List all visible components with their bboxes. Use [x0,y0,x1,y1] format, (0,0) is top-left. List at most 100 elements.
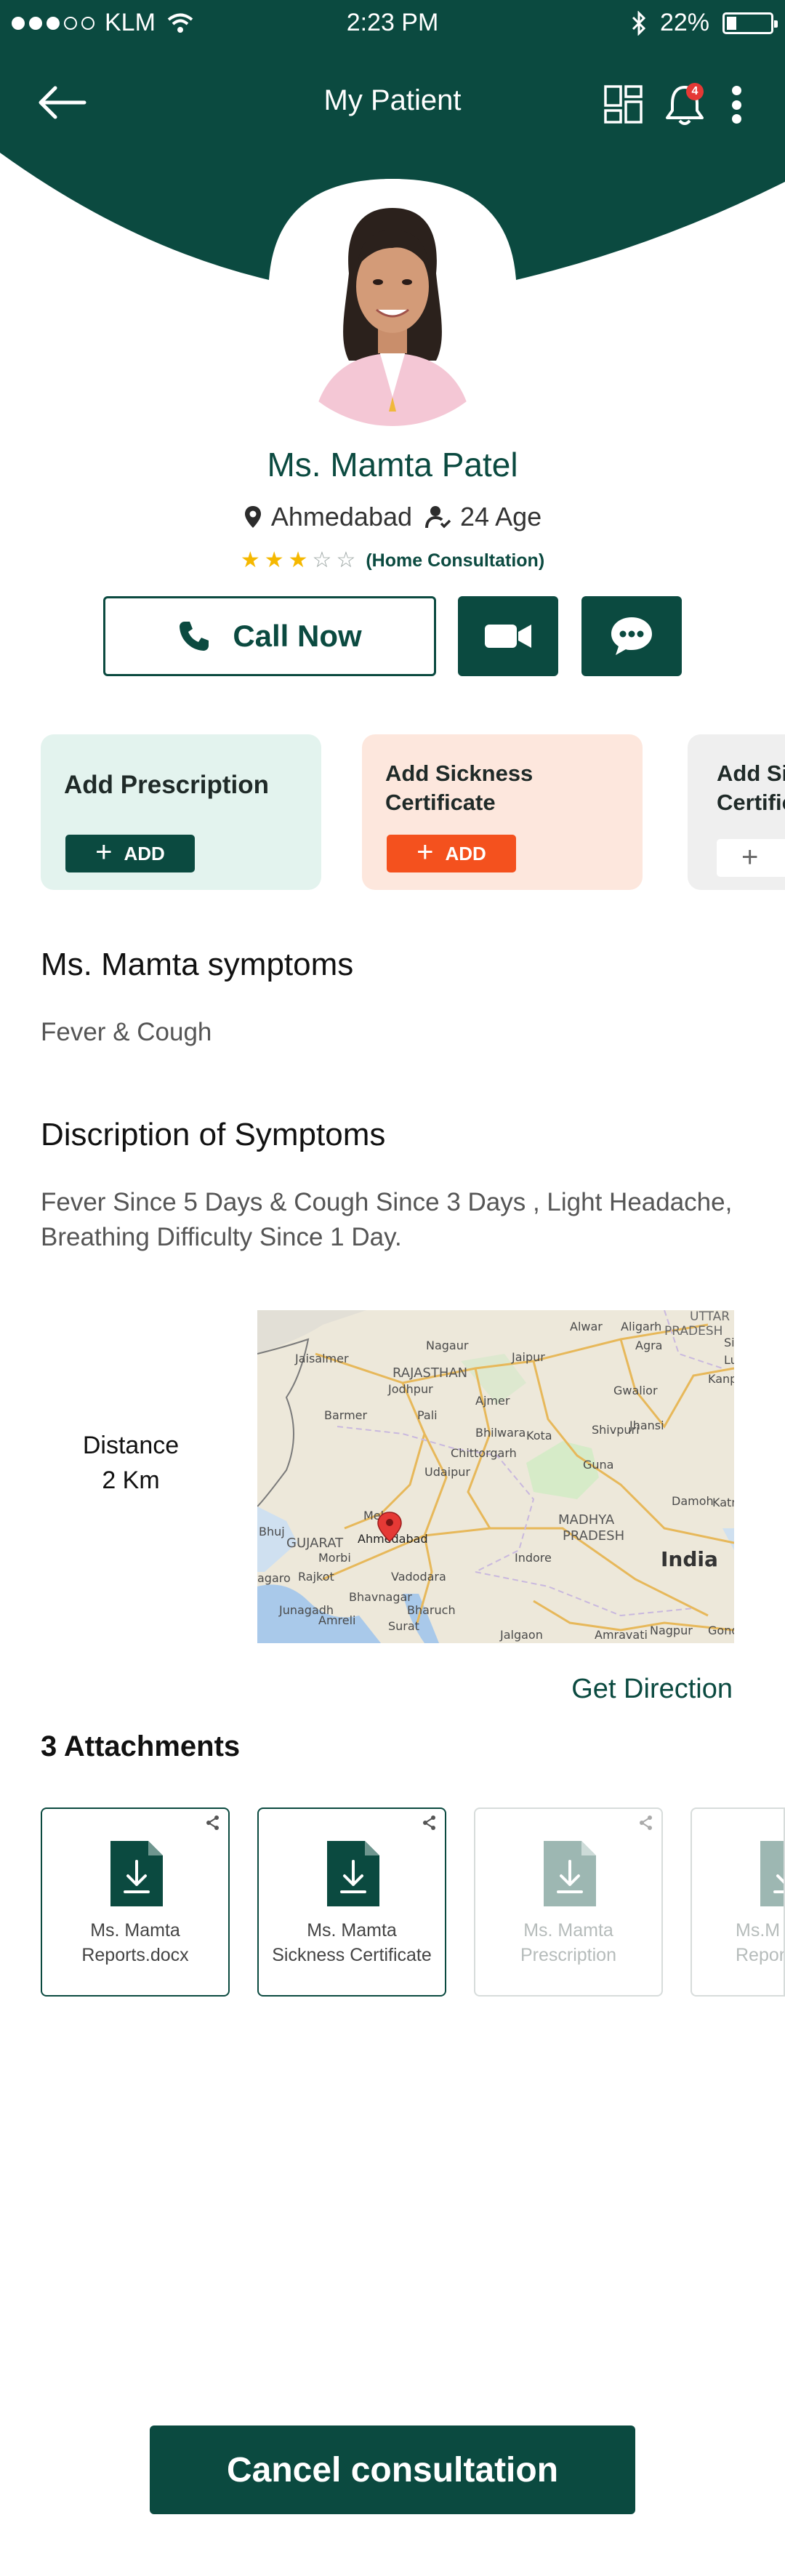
svg-text:Jodhpur: Jodhpur [387,1382,433,1396]
map-canvas: UTTAR PRADESH Aligarh Agra Alwar Jaipur … [257,1310,734,1643]
svg-text:agaro: agaro [257,1571,291,1585]
attachment-card[interactable]: Ms. Mamta Sickness Certificate [257,1807,446,1997]
grid-icon [604,85,643,124]
battery-percent: 22% [659,9,709,36]
svg-text:Katn: Katn [712,1496,734,1509]
plus-icon: + [95,836,113,868]
plus-icon: + [741,841,759,873]
svg-text:Jhansi: Jhansi [629,1419,664,1432]
distance-value: 2 Km [102,1466,160,1494]
map-pin-icon [244,506,261,528]
star-icon: ☆ [336,548,356,572]
dashboard-button[interactable] [603,84,644,125]
battery-icon [722,12,778,34]
add-prescription-button[interactable]: + ADD [65,835,195,872]
location-map[interactable]: UTTAR PRADESH Aligarh Agra Alwar Jaipur … [257,1310,734,1643]
svg-text:Jalgaon: Jalgaon [499,1628,543,1642]
svg-text:Morbi: Morbi [318,1551,351,1565]
consultation-type: (Home Consultation) [366,550,545,571]
svg-text:Gondia: Gondia [708,1624,734,1637]
notifications-button[interactable]: 4 [663,81,706,128]
patient-avatar [269,179,516,426]
svg-text:Nagaur: Nagaur [426,1339,469,1352]
svg-text:Jaisalmer: Jaisalmer [294,1352,349,1365]
svg-text:GUJARAT: GUJARAT [286,1536,344,1551]
symptoms-title: Ms. Mamta symptoms [41,947,354,982]
share-icon[interactable] [205,1815,221,1831]
add-sickness-certificate-button[interactable]: + ADD [387,835,516,872]
svg-text:Udaipur: Udaipur [424,1465,470,1479]
get-direction-link[interactable]: Get Direction [571,1674,733,1705]
share-icon[interactable] [638,1815,654,1831]
attachment-label: Ms.M Report [736,1918,785,1967]
svg-text:Indore: Indore [515,1551,552,1565]
svg-text:Kanpur: Kanpur [708,1372,734,1386]
status-bar: KLM 2:23 PM 22% [0,0,785,48]
svg-text:Nagpur: Nagpur [650,1624,693,1637]
svg-text:RAJASTHAN: RAJASTHAN [392,1365,467,1381]
attachment-label: Ms. Mamta Sickness Certificate [262,1918,442,1967]
more-vertical-icon [731,86,741,95]
symptoms-text: Fever & Cough [41,1018,212,1046]
svg-text:Ajmer: Ajmer [475,1394,510,1408]
top-bar: My Patient 4 [0,48,785,157]
patient-age: 24 Age [460,502,542,531]
add-certificate-button[interactable]: + [717,839,785,877]
phone-icon [180,622,209,651]
svg-text:Bharuch: Bharuch [407,1603,456,1617]
attachment-label: Ms. Mamta Prescription [478,1918,659,1967]
add-certificate-card[interactable]: Add Si Certific + [688,734,785,890]
attachment-name: Ms. Mamta [307,1920,397,1941]
svg-text:Barmer: Barmer [324,1408,368,1422]
add-sickness-certificate-card[interactable]: Add Sickness Certificate + ADD [362,734,643,890]
svg-text:UTTAR: UTTAR [690,1310,730,1324]
distance-label: Distance [82,1432,180,1459]
svg-text:Surat: Surat [388,1619,419,1633]
attachment-name: Report [736,1945,785,1965]
patient-city: Ahmedabad [270,502,413,531]
more-options-button[interactable] [725,81,747,128]
svg-text:Aligarh: Aligarh [621,1320,661,1333]
cancel-consultation-button[interactable]: Cancel consultation [150,2425,635,2514]
attachment-card[interactable]: Ms. Mamta Reports.docx [41,1807,230,1997]
video-call-button[interactable] [458,596,558,676]
download-file-icon [760,1841,784,1906]
svg-text:MADHYA: MADHYA [558,1512,615,1528]
download-file-icon [110,1841,163,1906]
description-title: Discription of Symptoms [41,1117,386,1152]
call-now-label: Call Now [233,619,362,653]
plus-icon: + [416,836,434,868]
chat-icon [611,617,652,655]
card-title: Add Sickness Certificate [385,761,534,815]
attachments-title: 3 Attachments [41,1730,241,1762]
svg-text:India: India [661,1547,718,1571]
star-icon: ☆ [312,548,332,572]
chat-button[interactable] [581,596,682,676]
add-prescription-card[interactable]: Add Prescription + ADD [41,734,321,890]
person-icon [425,506,451,529]
svg-text:Lu: Lu [724,1353,734,1367]
attachment-name: Ms. Mamta [90,1920,180,1941]
attachment-card[interactable]: Ms. Mamta Prescription [474,1807,663,1997]
star-icon: ★ [240,548,260,572]
svg-text:Bhavnagar: Bhavnagar [349,1590,412,1604]
patient-name: Ms. Mamta Patel [267,446,518,483]
svg-text:Amravati: Amravati [595,1628,648,1642]
svg-text:Sit: Sit [724,1336,734,1349]
patient-rating: ★ ★ ★ ☆ ☆ (Home Consultation) [0,550,785,571]
attachment-card[interactable]: Ms.M Report [691,1807,785,1997]
svg-text:Bhilwara: Bhilwara [475,1426,526,1440]
share-icon[interactable] [422,1815,438,1831]
svg-text:Gwalior: Gwalior [613,1384,658,1397]
attachment-name: Prescription [520,1945,616,1965]
attachment-name: Reports.docx [81,1945,189,1965]
svg-text:Kota: Kota [526,1429,552,1443]
notification-badge: 4 [686,83,704,100]
download-file-icon [544,1841,596,1906]
svg-text:Alwar: Alwar [570,1320,603,1333]
svg-text:Chittorgarh: Chittorgarh [451,1446,517,1460]
distance-info: Distance 2 Km [65,1428,196,1498]
svg-text:Damoh: Damoh [672,1494,714,1508]
call-now-button[interactable]: Call Now [103,596,436,676]
description-text: Fever Since 5 Days & Cough Since 3 Days … [41,1185,732,1255]
